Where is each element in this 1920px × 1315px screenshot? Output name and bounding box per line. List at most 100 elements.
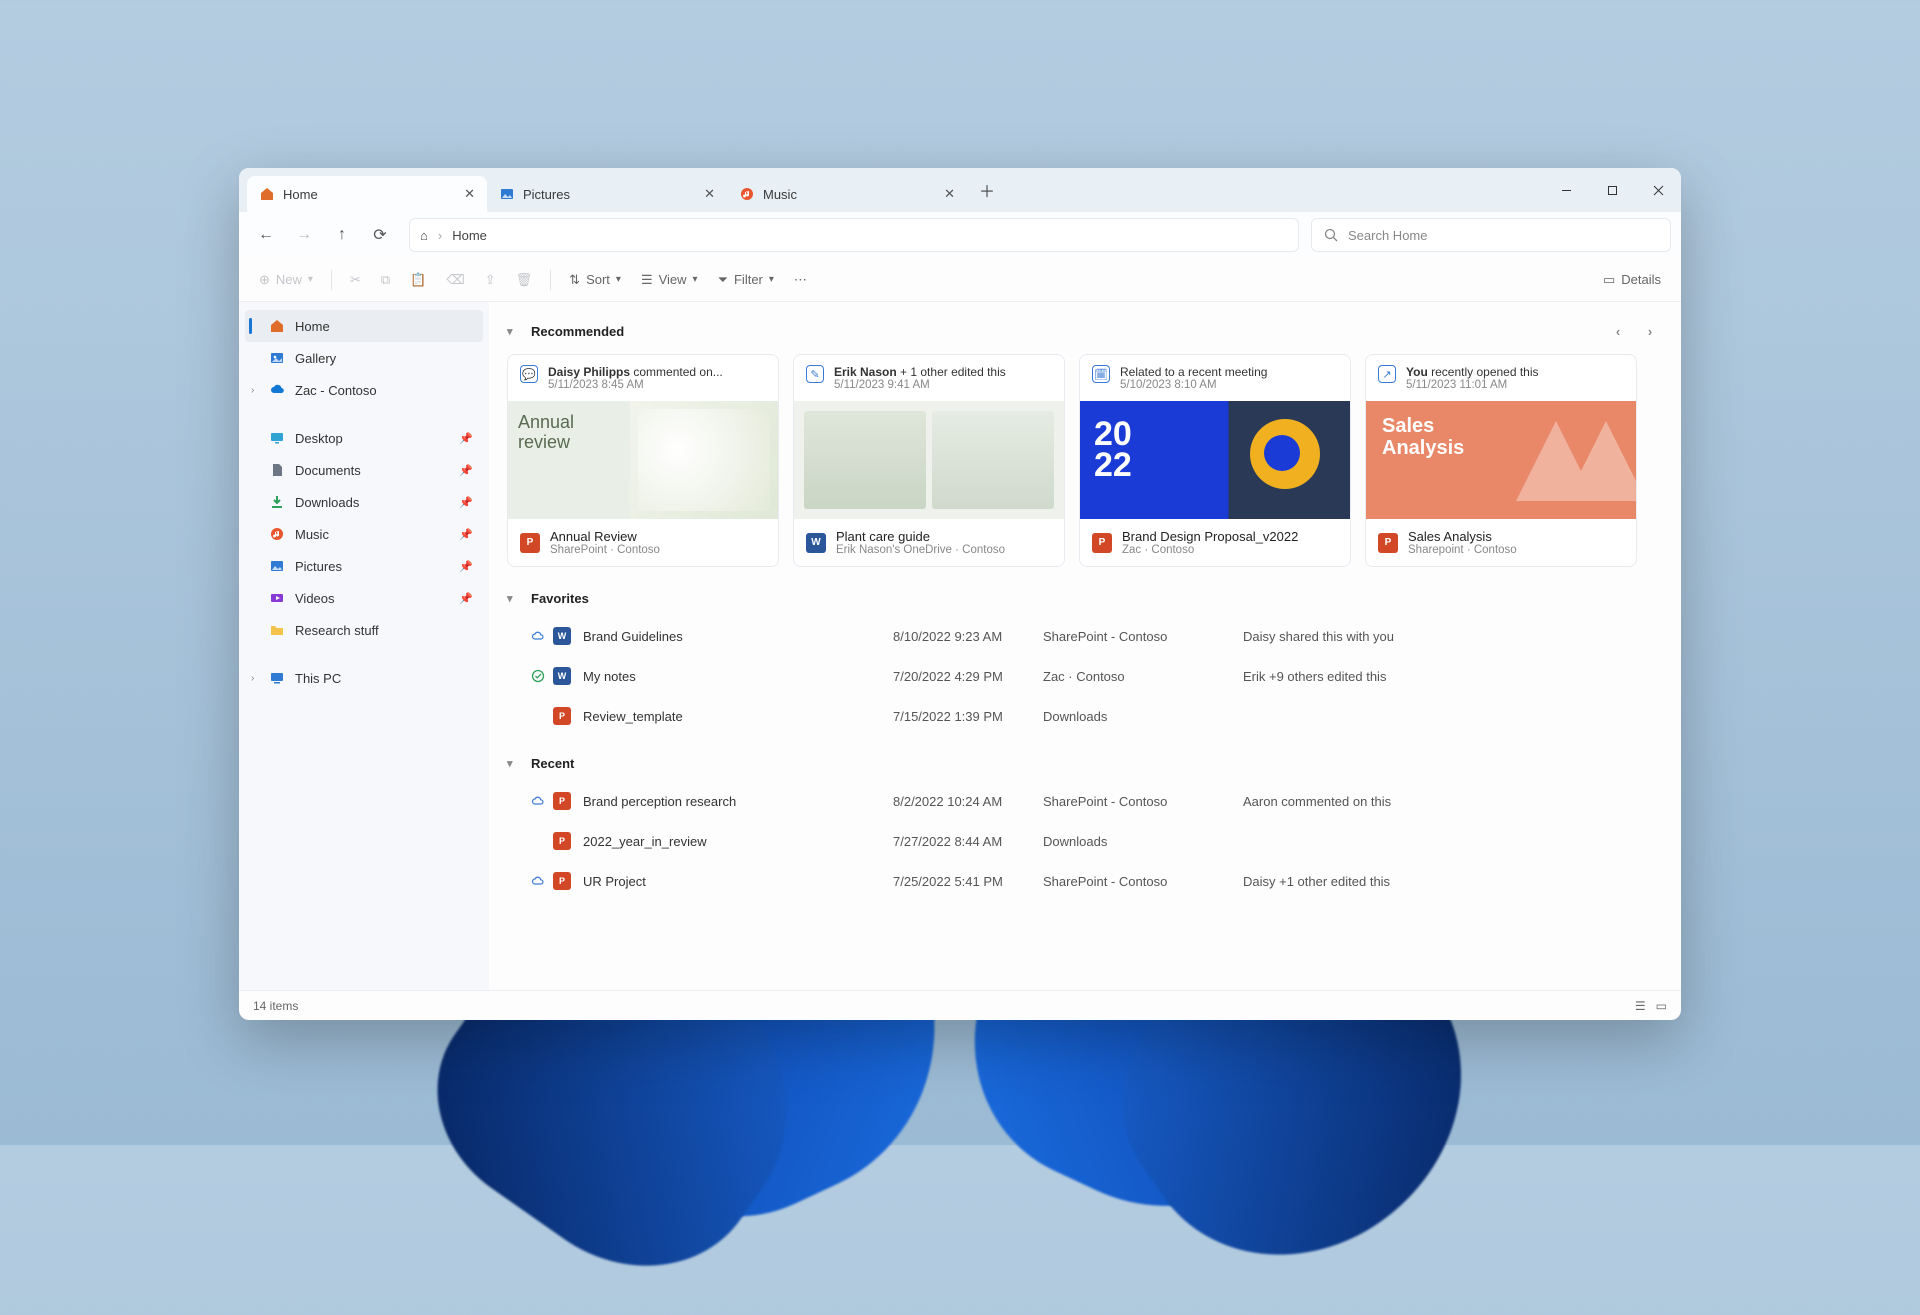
home-icon <box>269 318 285 334</box>
carousel-prev-button[interactable]: ‹ <box>1605 318 1631 344</box>
back-button[interactable]: ← <box>249 218 283 252</box>
cut-button[interactable]: ✂ <box>342 265 369 295</box>
file-row[interactable]: P Brand perception research 8/2/2022 10:… <box>507 781 1663 821</box>
file-name: Review_template <box>583 709 893 724</box>
file-name: Brand Guidelines <box>583 629 893 644</box>
card-activity: Erik Nason + 1 other edited this <box>834 365 1006 379</box>
close-tab-button[interactable]: ✕ <box>704 186 715 202</box>
details-button[interactable]: ▭ Details <box>1595 265 1669 295</box>
section-title: Favorites <box>531 591 589 606</box>
sidebar-item-label: Downloads <box>295 495 359 510</box>
maximize-button[interactable] <box>1589 168 1635 212</box>
sidebar-item-music[interactable]: Music📌 <box>245 518 483 550</box>
rename-icon: ⌫ <box>446 272 464 288</box>
sidebar-item-pictures[interactable]: Pictures📌 <box>245 550 483 582</box>
chevron-down-icon: ▾ <box>616 274 621 285</box>
file-date: 7/15/2022 1:39 PM <box>893 709 1043 724</box>
ppt-file-icon: P <box>553 707 571 725</box>
sidebar-item-gallery[interactable]: Gallery <box>245 342 483 374</box>
close-tab-button[interactable]: ✕ <box>944 186 955 202</box>
copy-button[interactable]: ⧉ <box>373 265 398 295</box>
recommended-card[interactable]: 💬 Daisy Philipps commented on... 5/11/20… <box>507 354 779 567</box>
new-button[interactable]: ⊕ New ▾ <box>251 265 321 295</box>
tab-home[interactable]: Home ✕ <box>247 176 487 212</box>
sidebar-item-documents[interactable]: Documents📌 <box>245 454 483 486</box>
recommended-card[interactable]: 🗓 Related to a recent meeting 5/10/2023 … <box>1079 354 1351 567</box>
sync-status-icon <box>531 669 553 683</box>
sidebar-item-zac---contoso[interactable]: ›Zac - Contoso <box>245 374 483 406</box>
file-row[interactable]: P UR Project 7/25/2022 5:41 PM SharePoin… <box>507 861 1663 901</box>
file-row[interactable]: W Brand Guidelines 8/10/2022 9:23 AM Sha… <box>507 616 1663 656</box>
details-view-button[interactable]: ☰ <box>1635 999 1646 1013</box>
carousel-next-button[interactable]: › <box>1637 318 1663 344</box>
view-button[interactable]: ☰ View ▾ <box>633 265 706 295</box>
sidebar-item-research-stuff[interactable]: Research stuff <box>245 614 483 646</box>
comment-icon: 💬 <box>520 365 538 383</box>
ppt-file-icon: P <box>553 832 571 850</box>
delete-button[interactable]: 🗑 <box>508 265 541 295</box>
forward-button[interactable]: → <box>287 218 321 252</box>
more-icon: ⋯ <box>794 272 807 288</box>
tab-pictures[interactable]: Pictures ✕ <box>487 176 727 212</box>
chevron-down-icon: ▾ <box>769 274 774 285</box>
sidebar-item-home[interactable]: Home <box>245 310 483 342</box>
minimize-button[interactable] <box>1543 168 1589 212</box>
rename-button[interactable]: ⌫ <box>438 265 472 295</box>
file-row[interactable]: W My notes 7/20/2022 4:29 PM Zac · Conto… <box>507 656 1663 696</box>
sidebar-item-label: Gallery <box>295 351 336 366</box>
cloud-icon <box>269 382 285 398</box>
refresh-button[interactable]: ⟳ <box>363 218 397 252</box>
chevron-down-icon: ▾ <box>693 274 698 285</box>
open-icon: ↗ <box>1378 365 1396 383</box>
section-favorites-header[interactable]: ▾ Favorites <box>507 585 1663 616</box>
filter-button[interactable]: ⏷ Filter ▾ <box>710 265 782 295</box>
recommended-card[interactable]: ↗ You recently opened this 5/11/2023 11:… <box>1365 354 1637 567</box>
close-button[interactable] <box>1635 168 1681 212</box>
pc-icon <box>269 670 285 686</box>
file-date: 8/10/2022 9:23 AM <box>893 629 1043 644</box>
status-bar: 14 items ☰ ▭ <box>239 990 1681 1020</box>
calendar-icon: 🗓 <box>1092 365 1110 383</box>
chevron-right-icon: › <box>251 385 254 396</box>
ppt-file-icon: P <box>553 792 571 810</box>
sidebar-item-this-pc[interactable]: ›This PC <box>245 662 483 694</box>
documents-icon <box>269 462 285 478</box>
sort-icon: ⇅ <box>569 272 580 288</box>
trash-icon: 🗑 <box>516 272 533 288</box>
card-date: 5/11/2023 9:41 AM <box>834 379 1006 391</box>
card-title: Plant care guide <box>836 529 1005 544</box>
file-location: SharePoint - Contoso <box>1043 874 1243 889</box>
recommended-card[interactable]: ✎ Erik Nason + 1 other edited this 5/11/… <box>793 354 1065 567</box>
new-tab-button[interactable]: ＋ <box>971 174 1003 206</box>
word-file-icon: W <box>553 627 571 645</box>
up-button[interactable]: ↑ <box>325 218 359 252</box>
file-row[interactable]: P 2022_year_in_review 7/27/2022 8:44 AM … <box>507 821 1663 861</box>
section-recommended-header[interactable]: ▾ Recommended ‹ › <box>507 312 1663 354</box>
word-file-icon: W <box>553 667 571 685</box>
card-activity: You recently opened this <box>1406 365 1539 379</box>
chevron-right-icon: › <box>251 673 254 684</box>
sort-button[interactable]: ⇅ Sort ▾ <box>561 265 629 295</box>
card-thumbnail: SalesAnalysis <box>1366 401 1636 519</box>
file-date: 7/20/2022 4:29 PM <box>893 669 1043 684</box>
share-button[interactable]: ⇪ <box>477 265 504 295</box>
close-tab-button[interactable]: ✕ <box>464 186 475 202</box>
card-title: Brand Design Proposal_v2022 <box>1122 529 1298 544</box>
card-location: Zac · Contoso <box>1122 544 1298 556</box>
sidebar-item-desktop[interactable]: Desktop📌 <box>245 422 483 454</box>
filter-icon: ⏷ <box>718 272 728 288</box>
sidebar-item-videos[interactable]: Videos📌 <box>245 582 483 614</box>
card-thumbnail: Annualreview <box>508 401 778 519</box>
file-location: Downloads <box>1043 834 1243 849</box>
section-recent-header[interactable]: ▾ Recent <box>507 750 1663 781</box>
thumbnails-view-button[interactable]: ▭ <box>1656 999 1667 1013</box>
file-row[interactable]: P Review_template 7/15/2022 1:39 PM Down… <box>507 696 1663 736</box>
pictures-icon <box>499 186 515 202</box>
paste-button[interactable]: 📋 <box>402 265 434 295</box>
tab-music[interactable]: Music ✕ <box>727 176 967 212</box>
more-button[interactable]: ⋯ <box>786 265 815 295</box>
breadcrumb[interactable]: ⌂ › Home <box>409 218 1299 252</box>
titlebar: Home ✕ Pictures ✕ Music ✕ ＋ <box>239 168 1681 212</box>
search-input[interactable]: Search Home <box>1311 218 1671 252</box>
sidebar-item-downloads[interactable]: Downloads📌 <box>245 486 483 518</box>
